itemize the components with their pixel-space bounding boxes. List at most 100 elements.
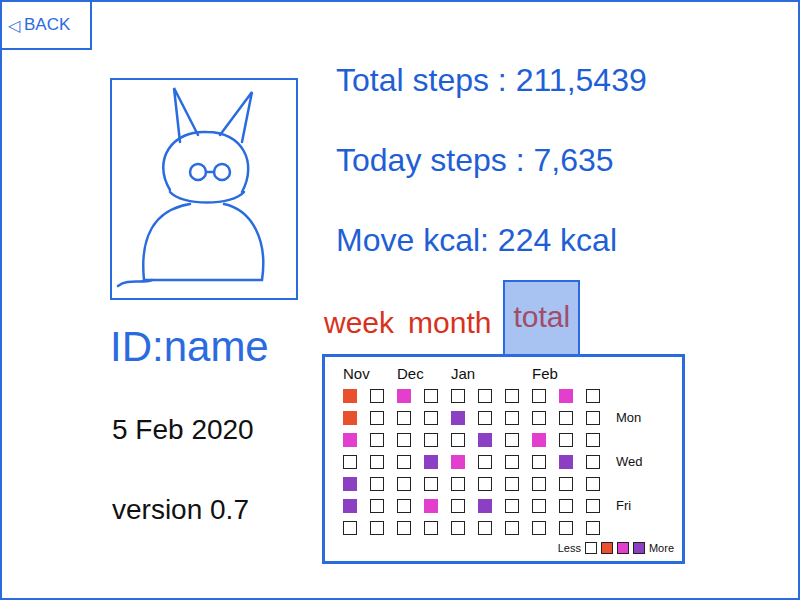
- day-label: [616, 473, 643, 495]
- day-labels: MonWedFri: [616, 363, 643, 539]
- day-cell[interactable]: [343, 389, 357, 403]
- day-cell[interactable]: [424, 389, 438, 403]
- day-cell[interactable]: [397, 499, 411, 513]
- day-cell[interactable]: [559, 477, 573, 491]
- day-cell[interactable]: [370, 389, 384, 403]
- heatmap-day: [451, 451, 465, 473]
- back-arrow-icon: ◁: [8, 16, 20, 35]
- day-cell[interactable]: [370, 521, 384, 535]
- day-cell[interactable]: [451, 499, 465, 513]
- heatmap-day: [424, 407, 438, 429]
- day-cell[interactable]: [586, 477, 600, 491]
- period-tab[interactable]: month: [406, 306, 493, 354]
- day-cell[interactable]: [397, 389, 411, 403]
- day-cell[interactable]: [559, 521, 573, 535]
- day-cell[interactable]: [451, 477, 465, 491]
- day-cell[interactable]: [370, 477, 384, 491]
- day-cell[interactable]: [478, 411, 492, 425]
- day-cell[interactable]: [343, 433, 357, 447]
- day-cell[interactable]: [343, 521, 357, 535]
- day-cell[interactable]: [478, 521, 492, 535]
- heatmap-day: [559, 473, 573, 495]
- day-cell[interactable]: [505, 389, 519, 403]
- heatmap-day: [586, 429, 600, 451]
- day-cell[interactable]: [532, 411, 546, 425]
- heatmap-day: [370, 495, 384, 517]
- day-cell[interactable]: [586, 455, 600, 469]
- heatmap-day: [343, 407, 357, 429]
- day-cell[interactable]: [451, 433, 465, 447]
- period-tab[interactable]: total: [503, 280, 580, 354]
- day-cell[interactable]: [505, 433, 519, 447]
- day-cell[interactable]: [424, 477, 438, 491]
- stats-list: Total steps : 211,5439Today steps : 7,63…: [322, 40, 798, 280]
- month-label: [370, 363, 384, 385]
- heatmap-day: [370, 407, 384, 429]
- day-cell[interactable]: [478, 499, 492, 513]
- day-cell[interactable]: [586, 499, 600, 513]
- heatmap-day: [397, 495, 411, 517]
- day-cell[interactable]: [397, 521, 411, 535]
- day-cell[interactable]: [397, 411, 411, 425]
- day-cell[interactable]: [343, 455, 357, 469]
- heatmap-day: [370, 385, 384, 407]
- day-cell[interactable]: [532, 389, 546, 403]
- day-cell[interactable]: [505, 477, 519, 491]
- day-cell[interactable]: [532, 433, 546, 447]
- heatmap-day: [370, 517, 384, 539]
- day-cell[interactable]: [451, 455, 465, 469]
- day-cell[interactable]: [559, 455, 573, 469]
- heatmap-day: [586, 451, 600, 473]
- day-cell[interactable]: [478, 389, 492, 403]
- day-cell[interactable]: [532, 477, 546, 491]
- period-tab[interactable]: week: [322, 306, 396, 354]
- day-cell[interactable]: [424, 433, 438, 447]
- day-cell[interactable]: [370, 455, 384, 469]
- day-cell[interactable]: [370, 411, 384, 425]
- day-cell[interactable]: [478, 477, 492, 491]
- day-cell[interactable]: [424, 411, 438, 425]
- version-text: version 0.7: [112, 492, 322, 528]
- heatmap-week: [370, 363, 384, 539]
- day-cell[interactable]: [370, 499, 384, 513]
- day-cell[interactable]: [505, 455, 519, 469]
- day-cell[interactable]: [505, 521, 519, 535]
- day-cell[interactable]: [478, 433, 492, 447]
- day-cell[interactable]: [397, 455, 411, 469]
- day-cell[interactable]: [397, 433, 411, 447]
- day-cell[interactable]: [559, 411, 573, 425]
- back-button[interactable]: ◁BACK: [2, 2, 92, 50]
- day-cell[interactable]: [532, 499, 546, 513]
- day-cell[interactable]: [343, 477, 357, 491]
- stat-line: Move kcal: 224 kcal: [336, 200, 798, 280]
- day-cell[interactable]: [559, 433, 573, 447]
- avatar-picture: [110, 78, 298, 300]
- day-cell[interactable]: [397, 477, 411, 491]
- day-cell[interactable]: [532, 455, 546, 469]
- day-cell[interactable]: [532, 521, 546, 535]
- day-cell[interactable]: [424, 499, 438, 513]
- heatmap-day: [505, 517, 519, 539]
- day-cell[interactable]: [586, 389, 600, 403]
- day-cell[interactable]: [559, 499, 573, 513]
- month-label: Jan: [451, 363, 465, 385]
- heatmap-day: [397, 407, 411, 429]
- day-cell[interactable]: [343, 499, 357, 513]
- day-cell[interactable]: [586, 433, 600, 447]
- day-cell[interactable]: [505, 411, 519, 425]
- day-cell[interactable]: [586, 411, 600, 425]
- day-cell[interactable]: [343, 411, 357, 425]
- day-cell[interactable]: [451, 521, 465, 535]
- day-cell[interactable]: [478, 455, 492, 469]
- day-cell[interactable]: [451, 411, 465, 425]
- heatmap-day: [532, 385, 546, 407]
- day-cell[interactable]: [424, 455, 438, 469]
- day-cell[interactable]: [424, 521, 438, 535]
- day-cell[interactable]: [505, 499, 519, 513]
- period-tabs: weekmonthtotal: [322, 280, 798, 354]
- day-cell[interactable]: [451, 389, 465, 403]
- heatmap-day: [370, 473, 384, 495]
- day-cell[interactable]: [586, 521, 600, 535]
- day-cell[interactable]: [370, 433, 384, 447]
- day-cell[interactable]: [559, 389, 573, 403]
